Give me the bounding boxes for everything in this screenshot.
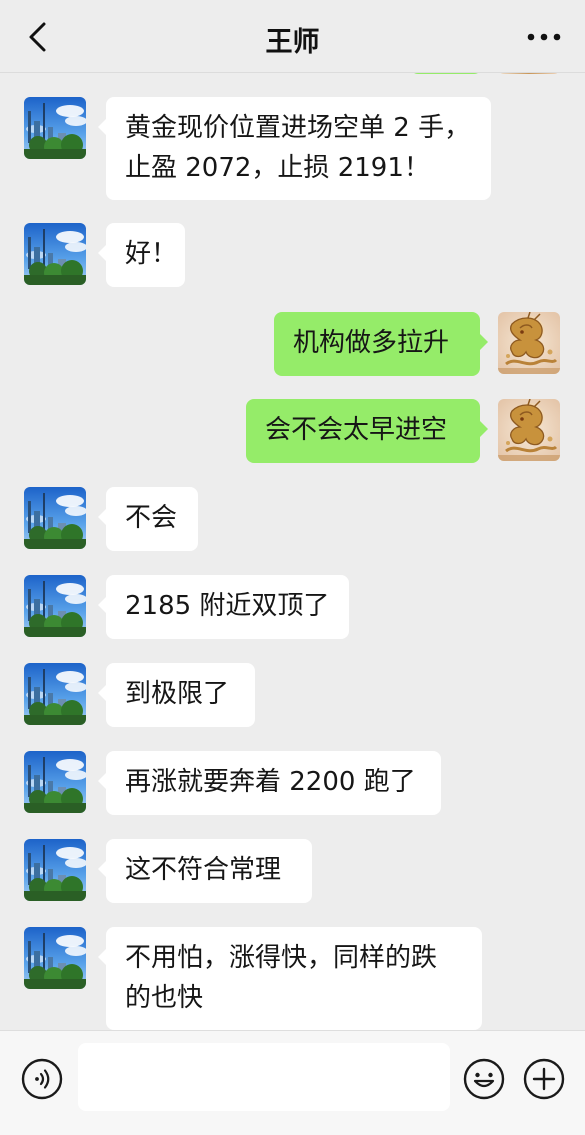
more-horizontal-icon	[527, 33, 561, 41]
incoming-message-bubble[interactable]: 到极限了	[98, 663, 255, 727]
contact-avatar[interactable]	[24, 751, 86, 813]
message-input[interactable]	[78, 1043, 450, 1111]
message-text: 2185 附近双顶了	[125, 591, 330, 621]
incoming-message-bubble[interactable]: 再涨就要奔着 2200 跑了	[98, 751, 441, 815]
chat-title: 王师	[265, 27, 320, 58]
emoji-button[interactable]	[462, 1057, 506, 1101]
more-options-button[interactable]	[523, 20, 565, 54]
message-text: 黄金现价位置进场空单 2 手，	[125, 113, 471, 143]
incoming-message-bubble[interactable]: 好！	[98, 223, 185, 287]
voice-button[interactable]	[20, 1057, 64, 1101]
message-text: 再涨就要奔着 2200 跑了	[125, 767, 416, 797]
contact-avatar[interactable]	[24, 575, 86, 637]
message-text: 到极限了	[125, 679, 230, 709]
plus-icon	[523, 1058, 565, 1100]
contact-avatar[interactable]	[24, 97, 86, 159]
chat-header: 王师	[0, 0, 585, 73]
message-text: 止盈 2072，止损 2191！	[125, 153, 430, 183]
my-avatar[interactable]	[498, 399, 560, 461]
message-text: 好！	[125, 239, 178, 269]
contact-avatar[interactable]	[24, 839, 86, 901]
message-text: 机构做多拉升	[293, 328, 450, 358]
more-functions-button[interactable]	[522, 1057, 566, 1101]
chat-screen: 王师 黄金现价位置进场空单 2 手， 止盈 2072，止损 2191！ 好！ 机…	[0, 0, 585, 1135]
outgoing-message-bubble[interactable]: 会不会太早进空	[246, 399, 488, 463]
message-text: 这不符合常理	[125, 855, 282, 885]
contact-avatar[interactable]	[24, 927, 86, 989]
message-list[interactable]: 黄金现价位置进场空单 2 手， 止盈 2072，止损 2191！ 好！ 机构做多…	[0, 72, 585, 1030]
incoming-message-bubble[interactable]: 黄金现价位置进场空单 2 手， 止盈 2072，止损 2191！	[98, 97, 491, 200]
my-avatar[interactable]	[498, 312, 560, 374]
contact-avatar[interactable]	[24, 223, 86, 285]
input-bar	[0, 1030, 585, 1135]
outgoing-message-bubble[interactable]: 机构做多拉升	[274, 312, 488, 376]
message-text: 会不会太早进空	[265, 415, 448, 445]
incoming-message-bubble[interactable]: 2185 附近双顶了	[98, 575, 349, 639]
incoming-message-bubble[interactable]: 这不符合常理	[98, 839, 312, 903]
incoming-message-bubble[interactable]: 不会	[98, 487, 198, 551]
contact-avatar[interactable]	[24, 487, 86, 549]
contact-avatar[interactable]	[24, 663, 86, 725]
voice-icon	[21, 1058, 63, 1100]
incoming-message-bubble[interactable]: 不用怕，涨得快，同样的跌 的也快	[98, 927, 482, 1030]
message-text: 的也快	[125, 983, 204, 1013]
message-text: 不用怕，涨得快，同样的跌	[125, 943, 438, 973]
message-text: 不会	[125, 503, 178, 533]
emoji-icon	[463, 1058, 505, 1100]
